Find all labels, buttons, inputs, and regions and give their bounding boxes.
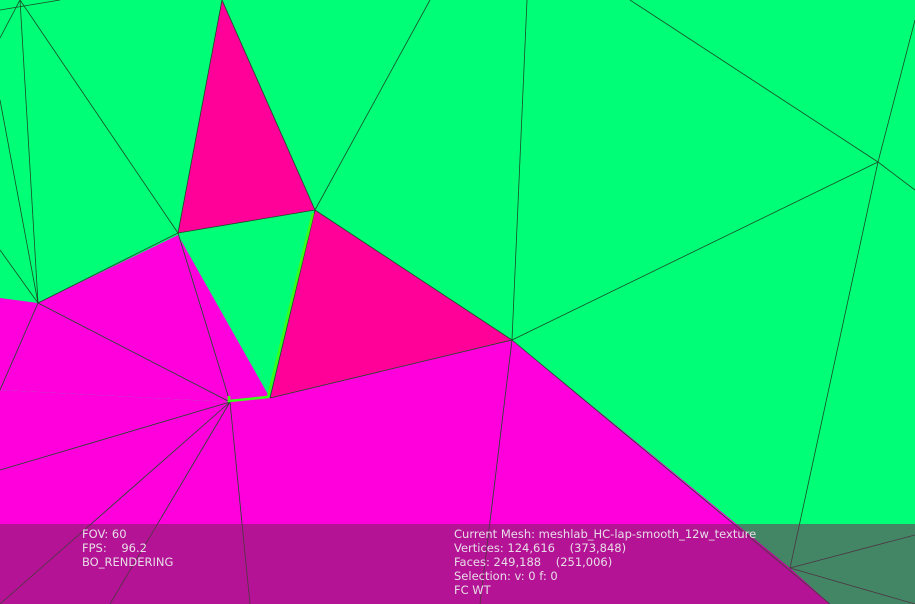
flags-readout: FC WT: [454, 583, 491, 597]
selection-readout: Selection: v: 0 f: 0: [454, 569, 558, 583]
render-info-panel: FOV: 60 FPS: 96.2 BO_RENDERING: [82, 527, 173, 569]
fps-readout: FPS: 96.2: [82, 541, 147, 555]
info-overlay-bar: FOV: 60 FPS: 96.2 BO_RENDERING Current M…: [0, 524, 915, 604]
render-mode-readout: BO_RENDERING: [82, 555, 174, 569]
faces-readout: Faces: 249,188 (251,006): [454, 555, 613, 569]
mesh-info-panel: Current Mesh: meshlab_HC-lap-smooth_12w_…: [454, 527, 756, 597]
current-mesh-readout: Current Mesh: meshlab_HC-lap-smooth_12w_…: [454, 527, 757, 541]
fov-readout: FOV: 60: [82, 527, 127, 541]
mesh-canvas[interactable]: [0, 0, 915, 604]
mesh-viewport[interactable]: FOV: 60 FPS: 96.2 BO_RENDERING Current M…: [0, 0, 915, 604]
vertices-readout: Vertices: 124,616 (373,848): [454, 541, 627, 555]
